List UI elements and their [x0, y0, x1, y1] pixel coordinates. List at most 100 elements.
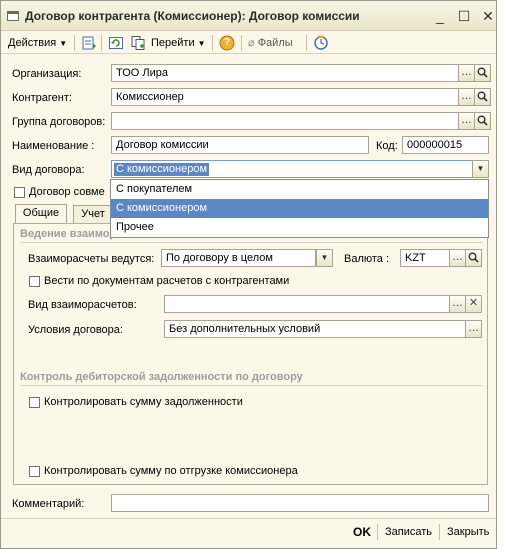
- settlement-type-clear-button[interactable]: ✕: [465, 295, 482, 313]
- ellipsis-icon: …: [452, 251, 463, 263]
- window-title: Договор контрагента (Комиссионер): Догов…: [25, 9, 360, 23]
- toolbar-separator: [306, 35, 307, 51]
- counterparty-open-button[interactable]: [474, 88, 491, 106]
- doc-list-icon: [82, 36, 96, 50]
- actions-menu[interactable]: Действия ▼: [8, 35, 67, 51]
- window-icon: [7, 11, 19, 21]
- toolbar: Действия ▼ Перейти ▼ ? ⌀ Файлы: [1, 32, 496, 54]
- settlement-type-field[interactable]: [164, 295, 450, 313]
- tab-accounting[interactable]: Учет: [73, 205, 113, 224]
- by-docs-checkbox[interactable]: [29, 276, 40, 287]
- name-value: Договор комиссии: [116, 139, 209, 151]
- settlements-by-select[interactable]: По договору в целом: [161, 249, 316, 267]
- joint-contract-checkbox[interactable]: [14, 187, 25, 198]
- ellipsis-icon: …: [461, 90, 472, 102]
- ellipsis-icon: …: [452, 297, 463, 309]
- settlement-type-select-button[interactable]: …: [449, 295, 466, 313]
- divider: [20, 242, 482, 243]
- copy-button[interactable]: [130, 35, 146, 51]
- dropdown-option-other[interactable]: Прочее: [111, 218, 488, 237]
- refresh-button[interactable]: [108, 35, 124, 51]
- goto-label: Перейти: [151, 37, 195, 49]
- counterparty-field[interactable]: Комиссионер: [111, 88, 459, 106]
- magnifier-icon: [477, 115, 488, 126]
- organization-field[interactable]: ТОО Лира: [111, 64, 459, 82]
- history-icon: [314, 35, 328, 50]
- terms-field[interactable]: Без дополнительных условий: [164, 320, 466, 338]
- history-button[interactable]: [313, 35, 329, 51]
- minimize-button[interactable]: _: [432, 8, 448, 24]
- currency-value: KZT: [405, 252, 426, 264]
- close-window-button[interactable]: ✕: [480, 8, 496, 24]
- magnifier-icon: [477, 91, 488, 102]
- contract-group-field[interactable]: [111, 112, 459, 130]
- help-button[interactable]: ?: [219, 35, 235, 51]
- refresh-icon: [109, 37, 123, 50]
- comment-field[interactable]: [111, 494, 489, 512]
- dropdown-option-commissioner[interactable]: С комиссионером: [111, 199, 488, 218]
- contract-group-open-button[interactable]: [474, 112, 491, 130]
- ellipsis-icon: …: [468, 322, 479, 334]
- comment-label: Комментарий:: [12, 498, 85, 510]
- name-field[interactable]: Договор комиссии: [111, 136, 369, 154]
- counterparty-value: Комиссионер: [116, 91, 184, 103]
- currency-field[interactable]: KZT: [400, 249, 450, 267]
- chevron-down-icon: ▼: [476, 164, 485, 173]
- ok-button[interactable]: OK: [353, 525, 371, 539]
- contract-group-select-button[interactable]: …: [458, 112, 475, 130]
- receivables-section-title: Контроль дебиторской задолженности по до…: [20, 371, 303, 383]
- organization-label: Организация:: [12, 68, 82, 80]
- toolbar-separator: [101, 35, 102, 51]
- chevron-down-icon: ▼: [59, 39, 68, 48]
- divider: [20, 385, 482, 386]
- help-glyph: ?: [224, 37, 231, 48]
- code-field[interactable]: 000000015: [402, 136, 489, 154]
- organization-open-button[interactable]: [474, 64, 491, 82]
- paperclip-icon: ⌀: [248, 37, 255, 49]
- doc-list-button[interactable]: [81, 35, 97, 51]
- save-button[interactable]: Записать: [385, 526, 432, 538]
- copy-icon: [131, 36, 145, 51]
- maximize-button[interactable]: ☐: [456, 8, 472, 24]
- control-shipment-label: Контролировать сумму по отгрузке комисси…: [44, 465, 298, 477]
- terms-label: Условия договора:: [28, 324, 123, 336]
- organization-select-button[interactable]: …: [458, 64, 475, 82]
- settlements-by-dropdown-button[interactable]: ▼: [316, 249, 333, 267]
- tab-panel-general: Ведение взаиморасчетов Взаиморасчеты вед…: [13, 223, 488, 485]
- goto-menu[interactable]: Перейти ▼: [151, 35, 206, 51]
- currency-label: Валюта :: [344, 253, 390, 265]
- files-button[interactable]: ⌀ Файлы: [248, 35, 293, 51]
- magnifier-icon: [477, 67, 488, 78]
- button-separator: [377, 524, 378, 540]
- control-shipment-checkbox[interactable]: [29, 466, 40, 477]
- control-debt-checkbox[interactable]: [29, 397, 40, 408]
- contract-type-dropdown-list: С покупателем С комиссионером Прочее: [110, 179, 489, 238]
- organization-value: ТОО Лира: [116, 67, 168, 79]
- counterparty-label: Контрагент:: [12, 92, 72, 104]
- ellipsis-icon: …: [461, 66, 472, 78]
- contract-type-select[interactable]: С комиссионером: [111, 160, 473, 178]
- actions-label: Действия: [8, 37, 57, 49]
- contract-type-dropdown-button[interactable]: ▼: [472, 160, 489, 178]
- clear-x-icon: ✕: [468, 297, 479, 309]
- joint-contract-label: Договор совме: [29, 186, 105, 198]
- terms-select-button[interactable]: …: [465, 320, 482, 338]
- control-debt-label: Контролировать сумму задолженности: [44, 396, 243, 408]
- contract-type-label: Вид договора:: [12, 164, 85, 176]
- currency-open-button[interactable]: [465, 249, 482, 267]
- counterparty-select-button[interactable]: …: [458, 88, 475, 106]
- contract-type-value: С комиссионером: [114, 163, 210, 176]
- chevron-down-icon: ▼: [320, 253, 329, 262]
- magnifier-icon: [468, 252, 479, 263]
- form-window: Договор контрагента (Комиссионер): Догов…: [0, 0, 497, 549]
- tab-general[interactable]: Общие: [15, 204, 67, 224]
- close-button[interactable]: Закрыть: [447, 526, 489, 538]
- contract-group-label: Группа договоров:: [12, 116, 106, 128]
- currency-select-button[interactable]: …: [449, 249, 466, 267]
- name-label: Наименование :: [12, 140, 95, 152]
- settlement-type-label: Вид взаиморасчетов:: [28, 299, 137, 311]
- toolbar-separator: [212, 35, 213, 51]
- ellipsis-icon: …: [461, 114, 472, 126]
- dropdown-option-buyer[interactable]: С покупателем: [111, 180, 488, 199]
- toolbar-separator: [241, 35, 242, 51]
